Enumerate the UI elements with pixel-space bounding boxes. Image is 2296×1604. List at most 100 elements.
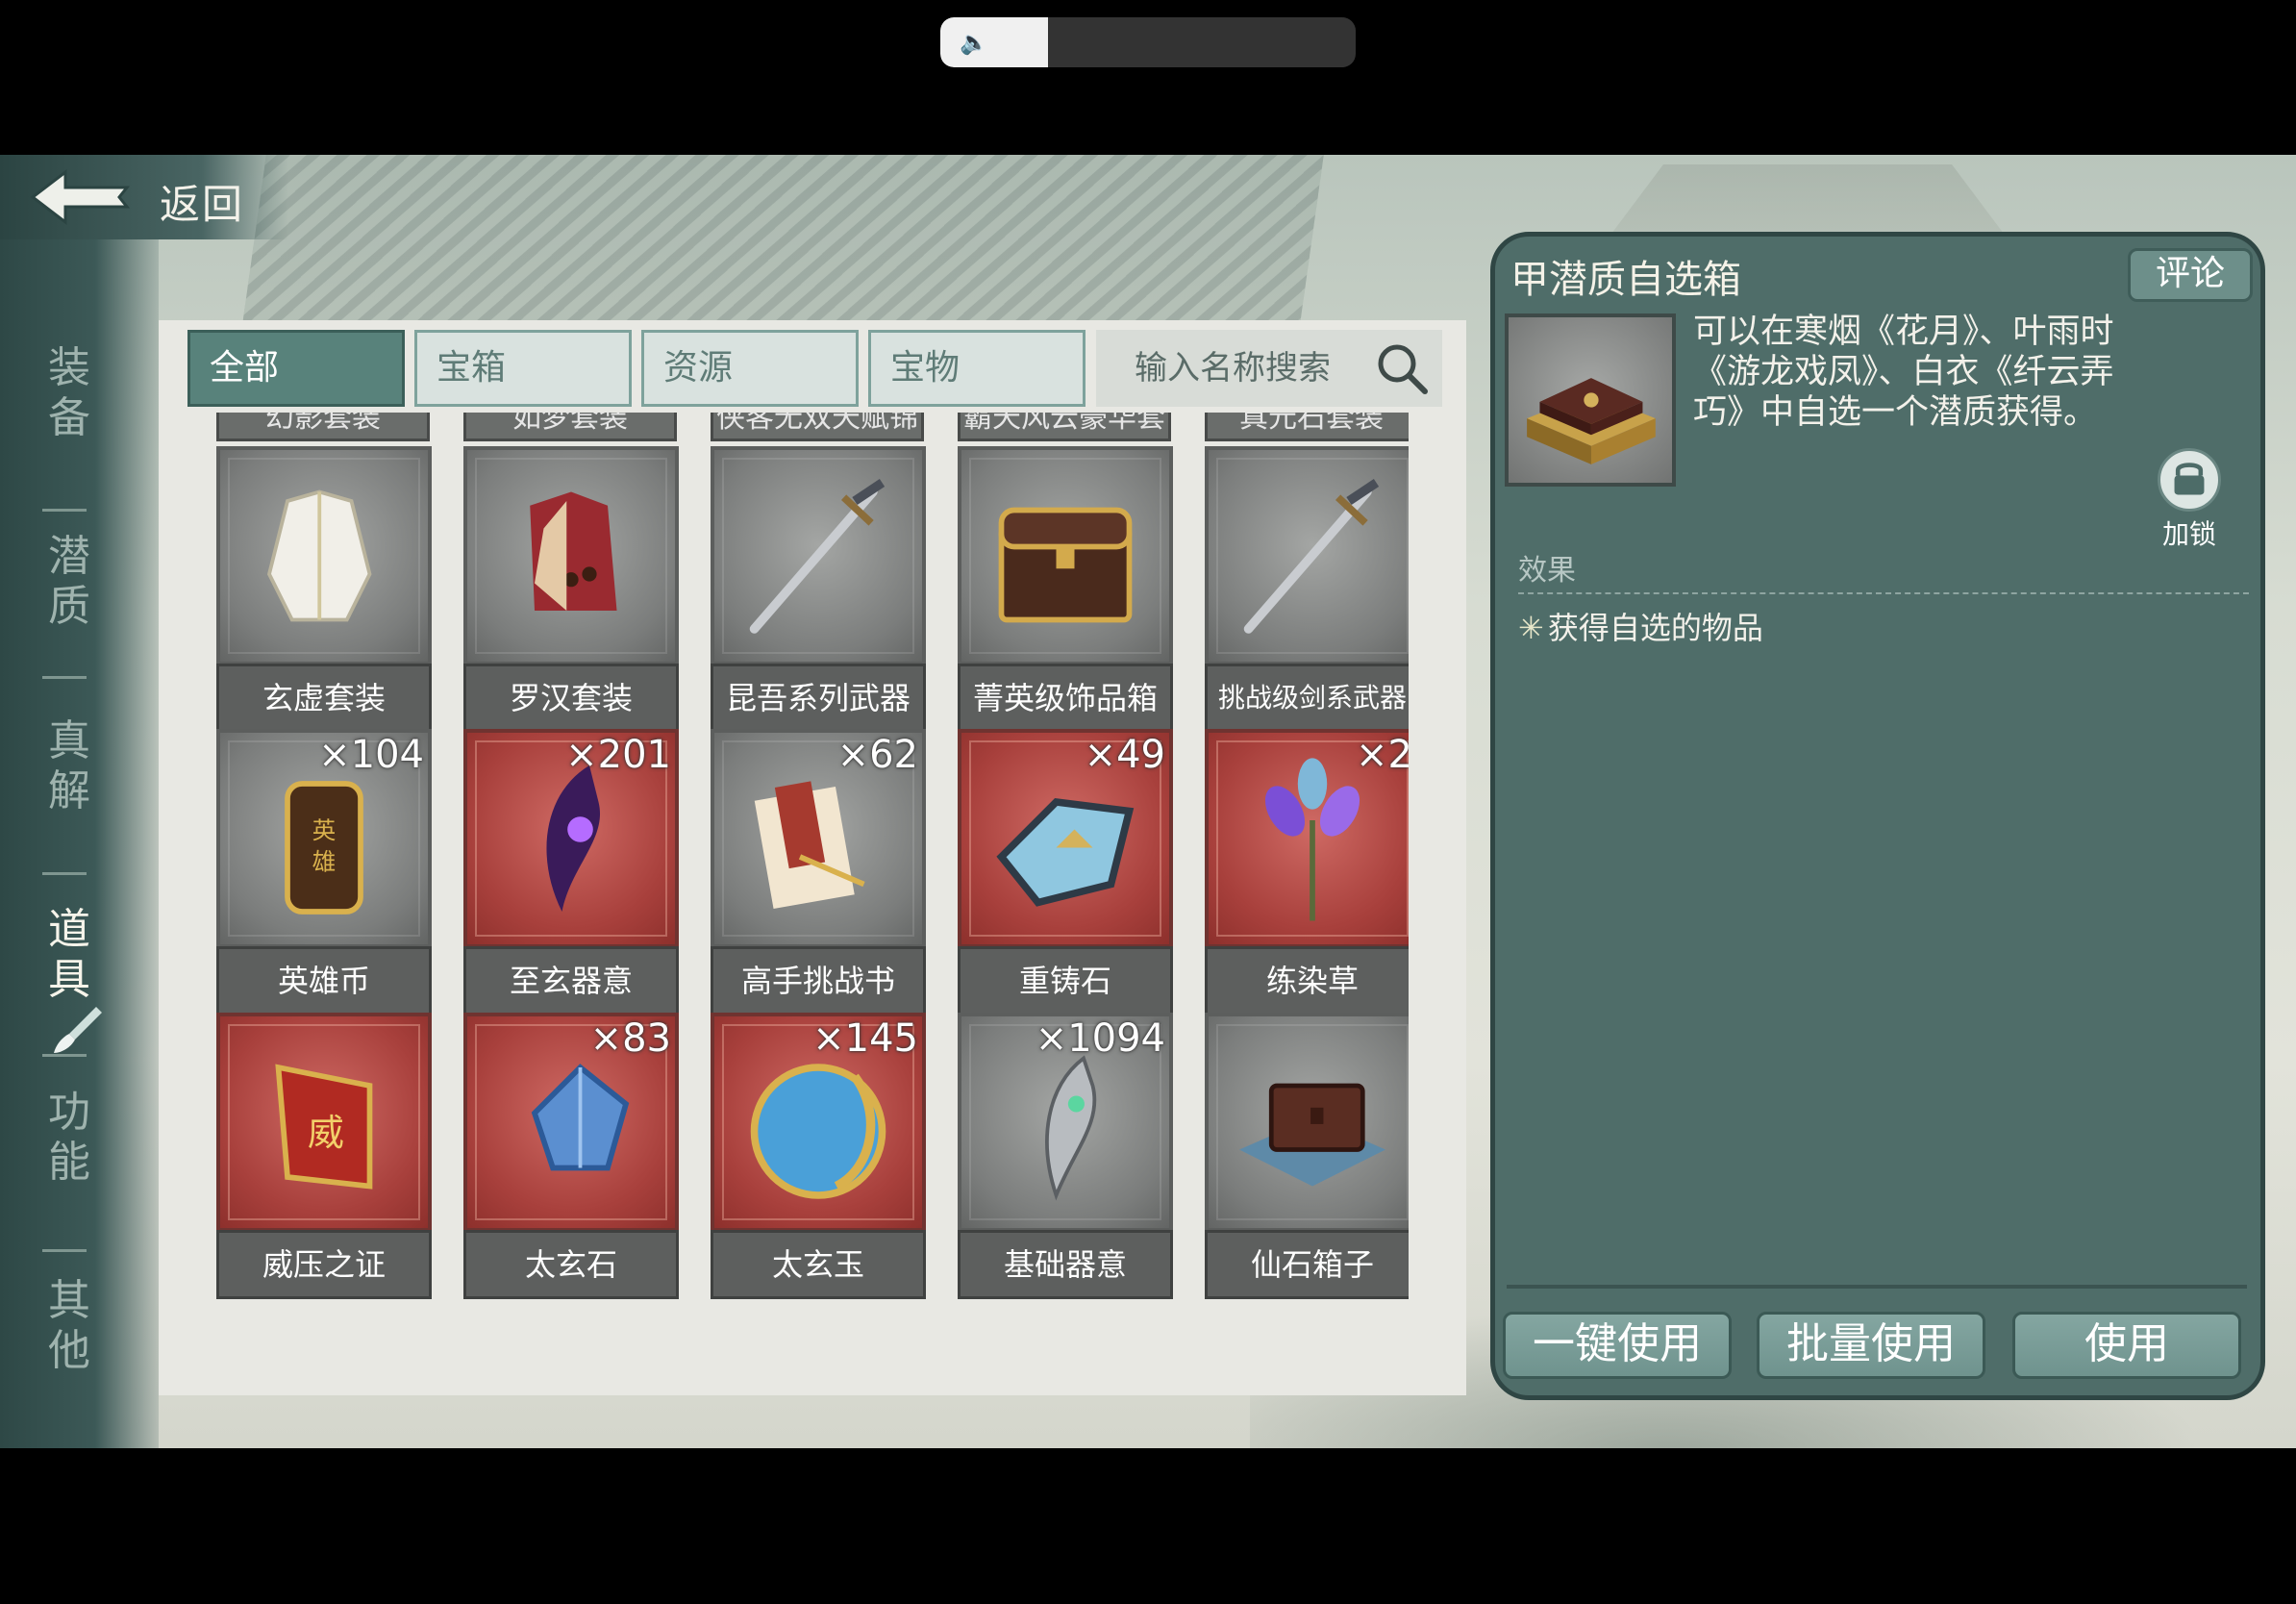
- svg-text:英: 英: [312, 816, 337, 844]
- back-label: 返回: [160, 181, 245, 228]
- treasure-chest-icon: [998, 507, 1133, 623]
- inventory-panel: 全部 宝箱 资源 宝物 输入名称搜索 幻影套装 如梦套装 侠客无双天赋锦囊礼包 霸天风…: [159, 320, 1466, 1395]
- item-tile[interactable]: ×62 高手挑战书: [711, 729, 926, 1015]
- search-icon[interactable]: [1375, 341, 1429, 395]
- item-label: 玄虚套装: [216, 664, 432, 733]
- item-detail-panel: 甲潜质自选箱 评论 可以在寒烟《花月》、叶雨时《游龙戏凤》、白衣《纤云弄巧》中自…: [1490, 232, 2265, 1400]
- item-label: 英雄币: [216, 946, 432, 1015]
- item-tile[interactable]: ×83 太玄石: [463, 1013, 679, 1299]
- sidebar-item-label: 潜质: [48, 532, 90, 631]
- tab-treasures[interactable]: 宝物: [868, 330, 1086, 407]
- item-count: ×104: [318, 733, 424, 777]
- item-tile[interactable]: ×1094 基础器意: [958, 1013, 1173, 1299]
- sword-icon: [749, 479, 886, 634]
- detail-divider: [1507, 1285, 2247, 1289]
- item-label: 练染草: [1205, 946, 1409, 1015]
- sidebar-item-functions[interactable]: 功能: [40, 1088, 98, 1188]
- white-robe-icon: [266, 489, 372, 622]
- item-description: 可以在寒烟《花月》、叶雨时《游龙戏凤》、白衣《纤云弄巧》中自选一个潜质获得。: [1693, 313, 2114, 432]
- item-tile[interactable]: 罗汉套装: [463, 446, 679, 733]
- treasure-box-icon: [1527, 378, 1656, 464]
- one-click-use-button[interactable]: 一键使用: [1503, 1312, 1732, 1379]
- item-count: ×1094: [1035, 1016, 1165, 1061]
- sidebar-separator: [42, 872, 87, 875]
- item-tile[interactable]: 仙石箱子: [1205, 1013, 1409, 1299]
- tab-all[interactable]: 全部: [187, 330, 405, 407]
- partial-item-label[interactable]: 幻影套装: [216, 413, 430, 441]
- item-count: ×201: [565, 733, 671, 777]
- item-label: 菁英级饰品箱: [958, 664, 1173, 733]
- item-tile[interactable]: 英雄 ×104 英雄币: [216, 729, 432, 1015]
- effect-divider: [1518, 592, 2249, 594]
- tab-chests[interactable]: 宝箱: [414, 330, 632, 407]
- speaker-icon: 🔈: [960, 29, 988, 56]
- red-robe-icon: [530, 491, 617, 611]
- item-label: 太玄玉: [711, 1230, 926, 1299]
- item-tile[interactable]: ×201 至玄器意: [463, 729, 679, 1015]
- sidebar-separator: [42, 1249, 87, 1252]
- partial-item-row: 幻影套装 如梦套装 侠客无双天赋锦囊礼包 霸天风云豪华套装 真元石套装: [216, 413, 1409, 443]
- item-label: 罗汉套装: [463, 664, 679, 733]
- sidebar-item-true-solution[interactable]: 真解: [40, 716, 98, 816]
- sidebar-item-potential[interactable]: 潜质: [40, 532, 98, 632]
- seal-icon: 威: [275, 1064, 373, 1190]
- sidebar-separator: [42, 1054, 87, 1057]
- volume-fill: [940, 17, 1049, 67]
- use-button[interactable]: 使用: [2012, 1312, 2241, 1379]
- item-title: 甲潜质自选箱: [1510, 258, 1741, 302]
- partial-item-label[interactable]: 如梦套装: [463, 413, 677, 441]
- lock-label: 加锁: [2161, 518, 2216, 550]
- back-arrow-icon: [30, 168, 131, 226]
- item-label: 至玄器意: [463, 946, 679, 1015]
- sidebar-item-label: 功能: [48, 1088, 90, 1187]
- sidebar-item-equipment[interactable]: 装备: [40, 343, 98, 443]
- item-label: 威压之证: [216, 1230, 432, 1299]
- item-thumbnail: [1505, 313, 1676, 487]
- comment-button[interactable]: 评论: [2128, 248, 2253, 302]
- sidebar-item-other[interactable]: 其他: [40, 1276, 98, 1376]
- tab-resources[interactable]: 资源: [641, 330, 859, 407]
- item-label: 高手挑战书: [711, 946, 926, 1015]
- item-label: 重铸石: [958, 946, 1173, 1015]
- volume-indicator[interactable]: 🔈: [940, 17, 1356, 67]
- item-tile[interactable]: 威威压之证: [216, 1013, 432, 1299]
- partial-item-label[interactable]: 侠客无双天赋锦囊礼包: [711, 413, 924, 441]
- batch-use-button[interactable]: 批量使用: [1757, 1312, 1985, 1379]
- sidebar-item-label: 装备: [48, 343, 90, 442]
- search-input[interactable]: 输入名称搜索: [1096, 330, 1442, 407]
- item-tile[interactable]: 玄虚套装: [216, 446, 432, 733]
- sidebar-item-props[interactable]: 道具: [33, 895, 106, 1078]
- sidebar-separator: [42, 676, 87, 679]
- lock-icon: [2158, 448, 2221, 512]
- back-button[interactable]: 返回: [0, 155, 288, 239]
- sidebar-separator: [42, 509, 87, 512]
- sparkle-icon: ✳: [1518, 610, 1544, 646]
- brush-icon: [54, 1007, 102, 1053]
- item-tile[interactable]: ×145 太玄玉: [711, 1013, 926, 1299]
- item-label: 太玄石: [463, 1230, 679, 1299]
- svg-text:雄: 雄: [312, 847, 337, 875]
- item-tile[interactable]: 昆吾系列武器: [711, 446, 926, 733]
- item-grid: 幻影套装 如梦套装 侠客无双天赋锦囊礼包 霸天风云豪华套装 真元石套装 玄虚套装罗汉套装…: [216, 413, 1409, 1393]
- item-label: 挑战级剑系武器: [1205, 664, 1409, 733]
- sword-icon: [1243, 479, 1380, 634]
- item-tile[interactable]: ×49 重铸石: [958, 729, 1173, 1015]
- effect-heading: 效果: [1518, 554, 1576, 588]
- item-count: ×145: [812, 1016, 918, 1061]
- item-tile[interactable]: 菁英级饰品箱: [958, 446, 1173, 733]
- effect-item: ✳ 获得自选的物品: [1518, 604, 1763, 648]
- game-screen: 返回 装备 潜质 真解 道具 功能 其他 全部 宝箱 资源 宝物 输入名称搜索 …: [0, 155, 2296, 1448]
- category-tabs: 全部 宝箱 资源 宝物: [187, 330, 1086, 407]
- item-tile[interactable]: 挑战级剑系武器: [1205, 446, 1409, 733]
- item-tile[interactable]: ×2 练染草: [1205, 729, 1409, 1015]
- item-label: 昆吾系列武器: [711, 664, 926, 733]
- item-count: ×2: [1356, 733, 1409, 777]
- sidebar-item-label: 道具: [48, 905, 90, 1004]
- item-count: ×49: [1084, 733, 1165, 777]
- effect-text: 获得自选的物品: [1547, 610, 1763, 646]
- lock-button[interactable]: 加锁: [2151, 448, 2228, 552]
- partial-item-label[interactable]: 霸天风云豪华套装: [958, 413, 1171, 441]
- partial-item-label[interactable]: 真元石套装: [1205, 413, 1409, 441]
- item-count: ×62: [836, 733, 918, 777]
- sidebar-item-label: 真解: [48, 716, 90, 815]
